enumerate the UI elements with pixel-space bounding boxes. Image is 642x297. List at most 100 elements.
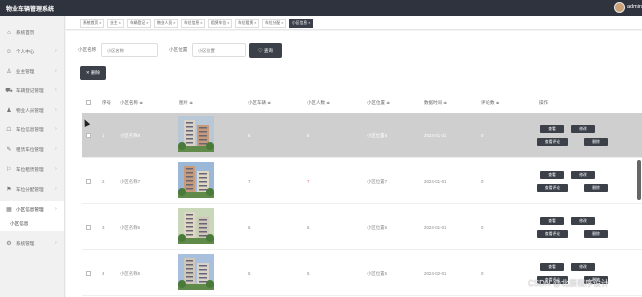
community-image[interactable] — [178, 254, 214, 290]
community-name-input[interactable] — [101, 43, 158, 57]
edit-button[interactable]: 修改 — [571, 263, 595, 271]
tab-5[interactable]: 租赁车位 × — [208, 19, 233, 28]
select-all-checkbox[interactable] — [86, 100, 91, 105]
sidebar-item-5[interactable]: ☖ 车位信息管理 › — [0, 121, 64, 139]
sidebar-item-label: 业主管理 — [16, 69, 35, 74]
chevron-right-icon: › — [55, 126, 57, 132]
sidebar-item-1[interactable]: ☺ 个人中心 › — [0, 43, 64, 61]
tab-6[interactable]: 车位租赁 × — [235, 19, 260, 28]
sidebar-item-11[interactable]: ⚙ 系统管理 › — [0, 235, 64, 253]
delete-button[interactable]: 删除 — [584, 184, 608, 192]
sidebar-item-4[interactable]: ♟ 物业人员管理 › — [0, 102, 64, 120]
view-button[interactable]: 查看 — [540, 217, 564, 225]
tab-4[interactable]: 车位信息 × — [181, 19, 206, 28]
settings-icon: ⚙ — [6, 241, 12, 247]
tab-3[interactable]: 物业人员 × — [154, 19, 179, 28]
header-index: 序号 — [102, 100, 111, 105]
row-index: 1 — [102, 133, 105, 138]
sidebar-item-label: 物业人员管理 — [16, 108, 44, 113]
rent-icon: ⚐ — [6, 167, 12, 173]
sidebar-item-label: 车位信息管理 — [16, 127, 44, 132]
assign-icon: ⚑ — [6, 187, 12, 193]
tab-8[interactable]: 小区信息 × — [289, 19, 314, 28]
header-vehicles[interactable]: 小区车辆 ≑ — [248, 100, 271, 106]
search-button[interactable]: ♡ 查询 — [249, 43, 282, 58]
chevron-right-icon: › — [55, 68, 57, 74]
username[interactable]: admin — [627, 4, 642, 10]
edit-button[interactable]: 修改 — [571, 125, 595, 133]
sidebar-item-2[interactable]: ♙ 业主管理 › — [0, 63, 64, 81]
row-checkbox[interactable] — [86, 133, 91, 138]
row-checkbox[interactable] — [86, 225, 91, 230]
header-image[interactable]: 图片 ≑ — [179, 100, 193, 106]
community-location: 小区位置5 — [367, 271, 388, 276]
table-row[interactable]: 3 小区名称6 6 6 小区位置6 2024-01-01 0 查看 修改 查看评论 删除 — [82, 205, 642, 250]
edit-button[interactable]: 修改 — [571, 171, 595, 179]
row-checkbox[interactable] — [86, 179, 91, 184]
sidebar-subitem-community[interactable]: 小区信息 — [0, 217, 64, 231]
row-index: 4 — [102, 271, 105, 276]
chevron-right-icon: › — [55, 48, 57, 54]
data-time: 2024-01-31 — [424, 133, 447, 138]
community-name: 小区名称7 — [120, 179, 141, 184]
community-image[interactable] — [178, 116, 214, 152]
scrollbar[interactable] — [637, 160, 641, 200]
header-comments[interactable]: 评论数 ≑ — [481, 100, 500, 106]
table-row[interactable]: 2 小区名称7 7 7 小区位置7 2024-01-01 0 查看 修改 查看评论 删除 — [82, 159, 642, 204]
tab-bar: 系统首页 × 业主 × 车辆登记 × 物业人员 × 车位信息 × 租赁车位 × 车位租赁 ×… — [66, 16, 642, 30]
avatar[interactable] — [614, 2, 625, 13]
header-time[interactable]: 数据时间 ≑ — [424, 100, 447, 106]
view-button[interactable]: 查看 — [540, 125, 564, 133]
delete-button[interactable]: 删除 — [584, 138, 608, 146]
community-photo — [178, 162, 214, 198]
header-location[interactable]: 小区位置 ≑ — [367, 100, 390, 106]
community-location: 小区位置8 — [367, 133, 388, 138]
view-comments-button[interactable]: 查看评论 — [537, 230, 568, 238]
view-button[interactable]: 查看 — [540, 263, 564, 271]
vehicle-count: 5 — [248, 271, 251, 276]
tab-2[interactable]: 车辆登记 × — [127, 19, 152, 28]
chevron-right-icon: › — [55, 186, 57, 192]
sidebar-item-8[interactable]: ⚑ 车位分配管理 › — [0, 181, 64, 199]
comment-count: 0 — [481, 133, 484, 138]
community-location-input[interactable] — [192, 43, 246, 57]
tab-1[interactable]: 业主 × — [107, 19, 124, 28]
delete-button[interactable]: 删除 — [584, 230, 608, 238]
chevron-right-icon: › — [55, 87, 57, 93]
header-people[interactable]: 小区人数 ≑ — [307, 100, 330, 106]
community-photo — [178, 254, 214, 290]
community-name: 小区名称6 — [120, 225, 141, 230]
community-image[interactable] — [178, 162, 214, 198]
sidebar-item-3[interactable]: ⛟ 车辆登记管理 › — [0, 82, 64, 100]
chevron-right-icon: › — [55, 107, 57, 113]
header-name[interactable]: 小区名称 ≑ — [120, 100, 143, 106]
delete-selected-button[interactable]: ✕ 删除 — [80, 66, 106, 80]
edit-button[interactable]: 修改 — [571, 217, 595, 225]
view-button[interactable]: 查看 — [540, 171, 564, 179]
sidebar-item-label: 个人中心 — [16, 49, 35, 54]
sidebar-item-label: 系统首页 — [16, 30, 35, 35]
watermark: CSDN @北辰程序设计 — [528, 279, 610, 288]
car-icon: ⛟ — [5, 88, 13, 94]
sidebar-item-label: 车位租赁管理 — [16, 167, 44, 172]
parking-icon: ☖ — [6, 127, 12, 133]
people-count: 5 — [307, 271, 310, 276]
top-bar: 物业车辆管理系统 admin — [0, 0, 642, 16]
table-row[interactable]: 1 小区名称8 8 8 小区位置8 2024-01-31 0 查看 修改 查看评论 删除 — [82, 113, 642, 158]
sidebar-item-label: 系统管理 — [16, 241, 35, 246]
sidebar-item-0[interactable]: ⌂ 系统首页 — [0, 24, 64, 42]
community-image[interactable] — [178, 208, 214, 244]
community-name-label: 小区名称 — [78, 47, 97, 52]
row-checkbox[interactable] — [86, 271, 91, 276]
view-comments-button[interactable]: 查看评论 — [537, 138, 568, 146]
vehicle-count: 8 — [248, 133, 251, 138]
view-comments-button[interactable]: 查看评论 — [537, 184, 568, 192]
sidebar-item-6[interactable]: ✎ 租赁车位管理 › — [0, 141, 64, 159]
table-row[interactable]: 4 小区名称5 5 5 小区位置5 2024-02-01 0 查看 修改 查看评论 删除 — [82, 251, 642, 296]
sidebar-item-label: 车位分配管理 — [16, 187, 44, 192]
sidebar-item-7[interactable]: ⚐ 车位租赁管理 › — [0, 161, 64, 179]
chevron-right-icon: › — [55, 240, 57, 246]
tab-0[interactable]: 系统首页 × — [80, 19, 105, 28]
data-time: 2024-01-01 — [424, 179, 447, 184]
tab-7[interactable]: 车位分配 × — [262, 19, 287, 28]
